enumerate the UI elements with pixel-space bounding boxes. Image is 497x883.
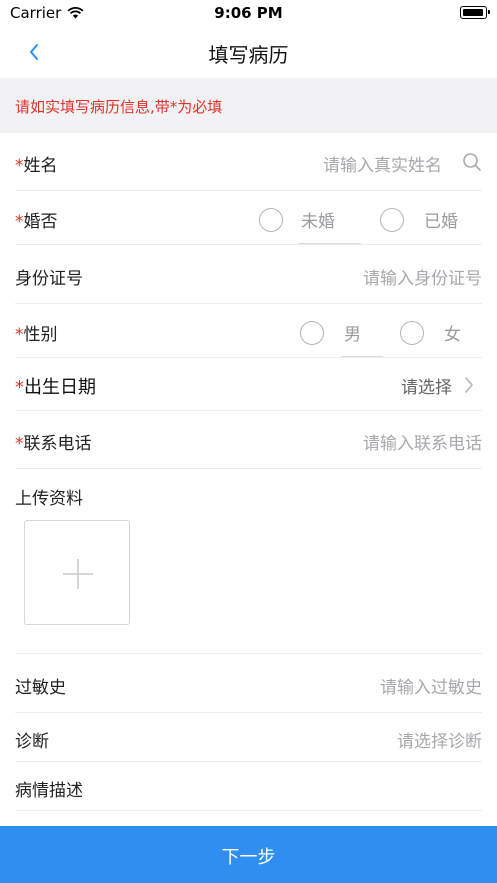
option-female-label: 女 (444, 325, 461, 345)
name-input[interactable]: 请输入真实姓名 (323, 151, 442, 176)
birthdate-label-text: 出生日期 (24, 377, 96, 398)
marital-option-unmarried[interactable]: 未婚 (259, 207, 335, 232)
next-step-button[interactable]: 下一步 (0, 826, 497, 883)
marital-label-text: 婚否 (23, 212, 58, 232)
option-unmarried-label: 未婚 (301, 212, 335, 232)
allergy-input[interactable]: 请输入过敏史 (380, 673, 482, 698)
gender-label: *性别 (15, 320, 58, 345)
radio-male[interactable] (300, 320, 324, 345)
required-mark: * (15, 212, 24, 232)
description-textarea[interactable] (15, 810, 482, 826)
diagnosis-label: 诊断 (15, 732, 49, 752)
upload-label: 上传资料 (15, 489, 83, 509)
diagnosis-picker[interactable]: 请选择诊断 (397, 727, 482, 752)
gender-option-male[interactable]: 男 (300, 320, 361, 345)
id-number-label: 身份证号 (15, 269, 83, 289)
form-row-allergy: 过敏史 请输入过敏史 (15, 654, 482, 713)
phone-label: *联系电话 (15, 429, 92, 454)
birthdate-picker[interactable]: 请选择 (401, 373, 452, 398)
battery-icon (460, 6, 490, 19)
phone-input[interactable]: 请输入联系电话 (363, 429, 482, 454)
marital-option-married[interactable]: 已婚 (380, 207, 458, 232)
gender-option-female[interactable]: 女 (400, 320, 461, 345)
next-step-label: 下一步 (221, 847, 276, 868)
name-label-text: 姓名 (23, 156, 58, 176)
divider (298, 243, 361, 244)
notice-banner: 请如实填写病历信息,带*为必填 (0, 78, 497, 133)
option-male-label: 男 (344, 325, 361, 345)
search-icon[interactable] (462, 152, 482, 172)
option-married-label: 已婚 (424, 212, 458, 232)
divider (341, 356, 383, 357)
required-mark: * (15, 156, 24, 176)
page-title: 填写病历 (208, 43, 289, 67)
id-number-input[interactable]: 请输入身份证号 (363, 264, 482, 289)
description-label: 病情描述 (15, 781, 83, 801)
radio-female[interactable] (400, 320, 424, 345)
chevron-right-icon (465, 377, 473, 393)
required-mark: * (15, 434, 24, 454)
marital-label: *婚否 (15, 207, 58, 232)
radio-married[interactable] (380, 207, 404, 232)
status-time: 9:06 PM (214, 4, 283, 22)
radio-unmarried[interactable] (259, 207, 283, 232)
upload-image-button[interactable] (24, 520, 130, 625)
required-mark: * (15, 377, 24, 398)
form-row-name: *姓名 请输入真实姓名 (15, 133, 482, 191)
form-row-birthdate[interactable]: *出生日期 请选择 (15, 358, 482, 411)
phone-label-text: 联系电话 (23, 434, 92, 454)
gender-label-text: 性别 (23, 325, 58, 345)
name-label: *姓名 (15, 151, 58, 176)
form-row-marital: *婚否 未婚 已婚 (15, 191, 482, 245)
form-row-diagnosis[interactable]: 诊断 请选择诊断 (15, 713, 482, 762)
plus-icon (63, 559, 93, 589)
form-row-gender: *性别 男 女 (15, 304, 482, 358)
notice-text: 请如实填写病历信息,带*为必填 (15, 98, 223, 116)
form-row-id-number: 身份证号 请输入身份证号 (15, 245, 482, 304)
form-row-phone: *联系电话 请输入联系电话 (15, 411, 482, 469)
navigation-bar: 填写病历 (0, 26, 497, 78)
status-bar: Carrier 9:06 PM (0, 0, 497, 26)
birthdate-label: *出生日期 (15, 373, 96, 399)
allergy-label: 过敏史 (15, 678, 66, 698)
required-mark: * (15, 325, 24, 345)
